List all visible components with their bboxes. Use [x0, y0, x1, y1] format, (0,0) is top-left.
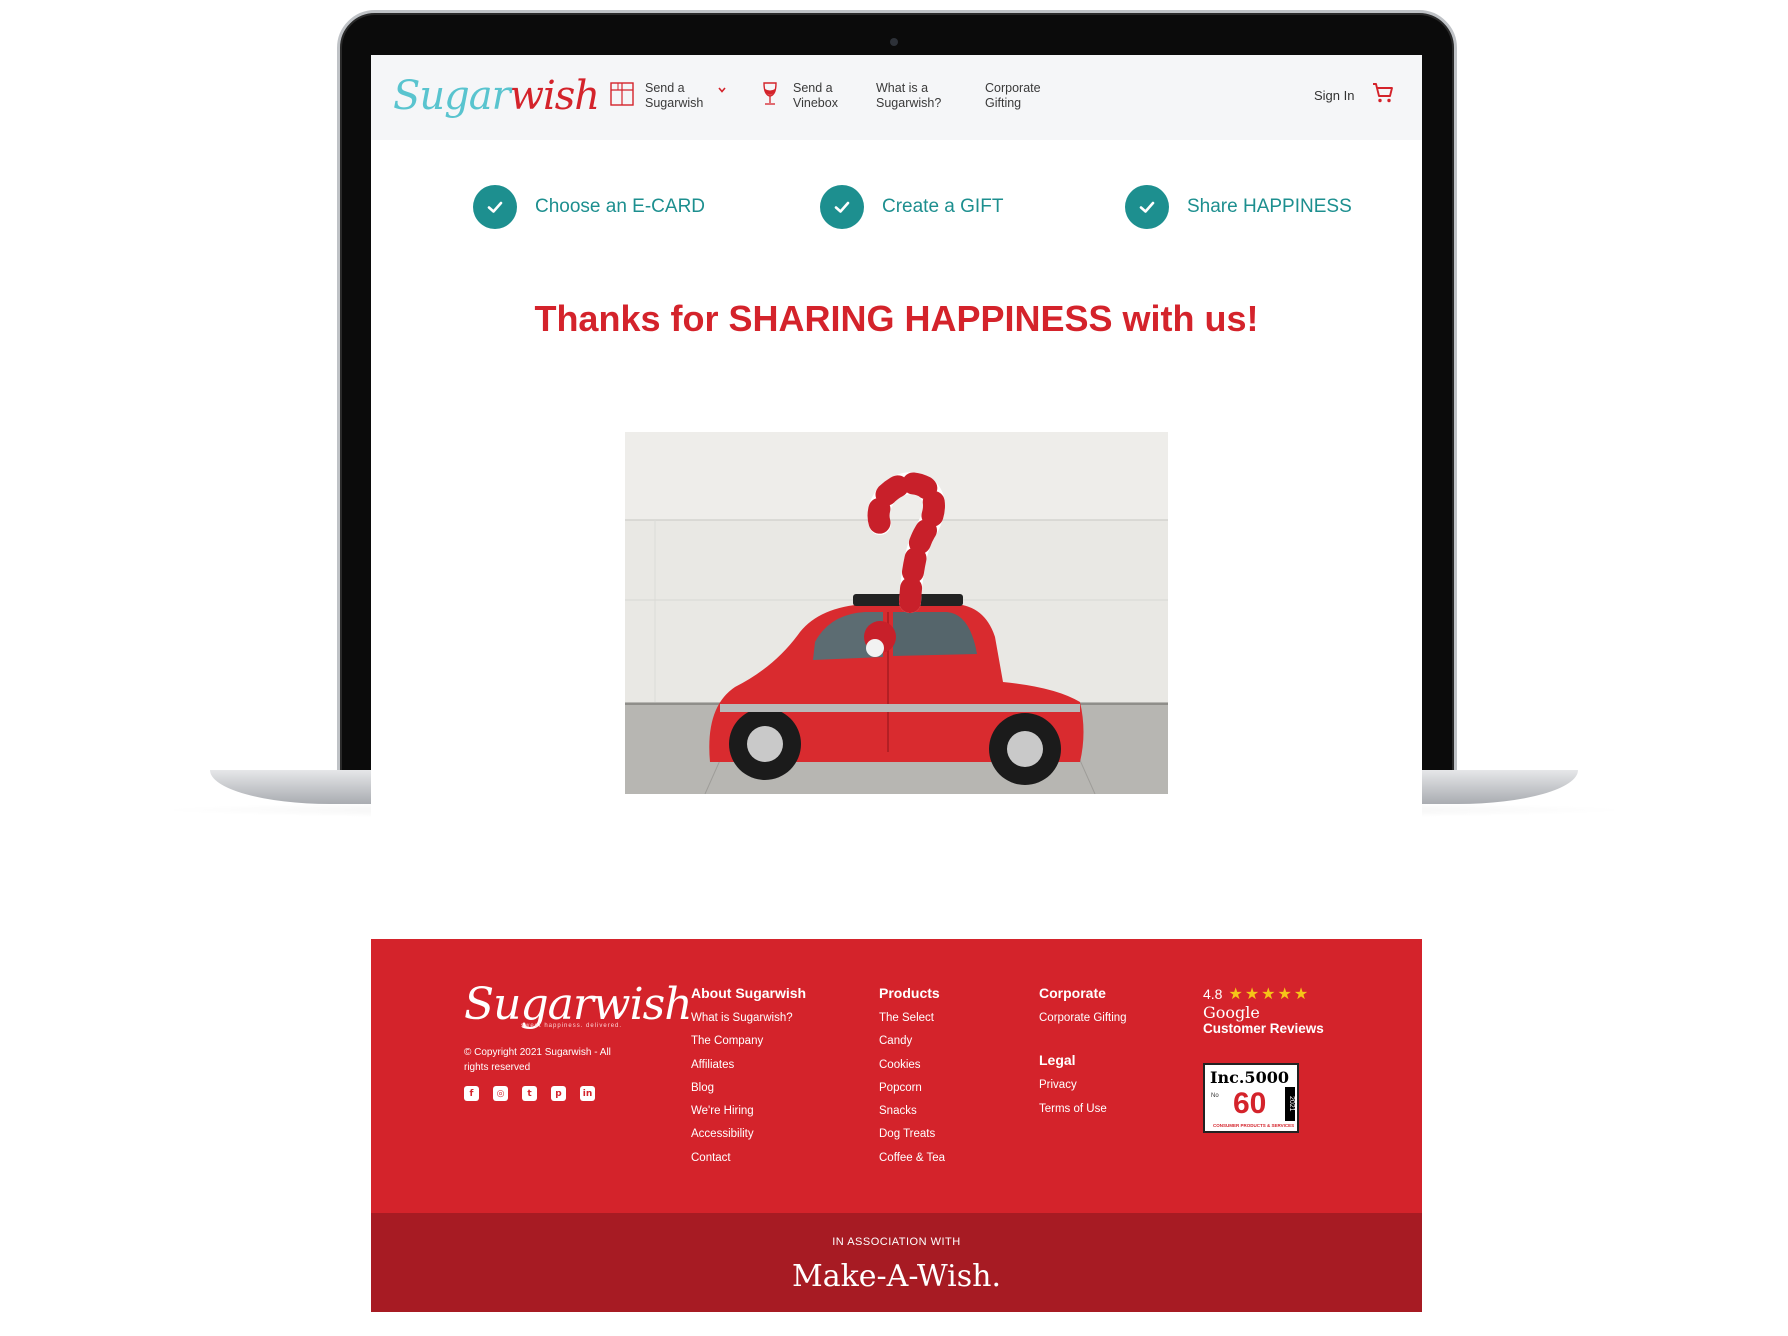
footer-heading: About Sugarwish	[691, 985, 807, 1001]
copyright: © Copyright 2021 Sugarwish - All rights …	[464, 1047, 611, 1073]
step-label: Share HAPPINESS	[1187, 196, 1352, 217]
footer-about-column: About Sugarwish What is Sugarwish? The C…	[691, 985, 806, 1170]
footer-link[interactable]: Contact	[691, 1147, 806, 1170]
nav-label: Send a Sugarwish	[645, 81, 704, 110]
footer-link[interactable]: Terms of Use	[1039, 1098, 1127, 1121]
footer-link[interactable]: Accessibility	[691, 1123, 806, 1146]
website-screen: Sugarwish Send a Sugarwish Send a Vinebo…	[371, 55, 1422, 1312]
footer-link[interactable]: The Company	[691, 1030, 806, 1053]
footer-link[interactable]: Coffee & Tea	[879, 1147, 945, 1170]
step-label: Choose an E-CARD	[535, 196, 706, 217]
camera-dot	[890, 38, 898, 46]
google-rating[interactable]: 4.8 ★★★★★ Google Customer Reviews	[1203, 984, 1324, 1036]
footer-link[interactable]: Cookies	[879, 1054, 945, 1077]
make-a-wish-logo[interactable]: Make-A-Wish.	[371, 1259, 1422, 1294]
footer-link[interactable]: Corporate Gifting	[1039, 1007, 1127, 1030]
nav-label: Corporate Gifting	[985, 81, 1041, 110]
footer-link[interactable]: Candy	[879, 1030, 945, 1053]
footer-link[interactable]: Blog	[691, 1077, 806, 1100]
social-links: f ◎ t p in	[464, 1086, 595, 1101]
footer-link[interactable]: What is Sugarwish?	[691, 1007, 806, 1030]
red-car-candy-cane-photo	[625, 432, 1168, 794]
make-a-wish-band: IN ASSOCIATION WITH Make-A-Wish.	[371, 1213, 1422, 1312]
footer-link[interactable]: Privacy	[1039, 1074, 1127, 1097]
footer-link[interactable]: Affiliates	[691, 1054, 806, 1077]
instagram-icon[interactable]: ◎	[493, 1086, 508, 1101]
footer-products-column: Products The Select Candy Cookies Popcor…	[879, 985, 945, 1170]
check-icon	[820, 185, 864, 229]
gift-icon	[610, 82, 634, 106]
nav-label: Send a Vinebox	[793, 81, 838, 110]
site-footer: Sugarwish sweet happiness. delivered. © …	[371, 939, 1422, 1213]
footer-link[interactable]: We're Hiring	[691, 1100, 806, 1123]
linkedin-icon[interactable]: in	[580, 1086, 595, 1101]
nav-what-is-sugarwish[interactable]: What is a Sugarwish?	[876, 81, 941, 111]
rating-value: 4.8	[1203, 986, 1223, 1002]
mockup-stage: Sugarwish Send a Sugarwish Send a Vinebo…	[0, 0, 1788, 1336]
inc-category: CONSUMER PRODUCTS & SERVICES	[1213, 1123, 1295, 1128]
site-header: Sugarwish Send a Sugarwish Send a Vinebo…	[371, 55, 1422, 140]
step-label: Create a GIFT	[882, 196, 1004, 217]
footer-tagline: sweet happiness. delivered.	[521, 1023, 623, 1029]
footer-corporate-column: Corporate Corporate Gifting Legal Privac…	[1039, 985, 1127, 1121]
thanks-heading: Thanks for SHARING HAPPINESS with us!	[534, 298, 1259, 339]
nav-send-vinebox[interactable]: Send a Vinebox	[757, 81, 838, 111]
check-icon	[1125, 185, 1169, 229]
nav-label: What is a Sugarwish?	[876, 81, 942, 110]
inc-title: Inc.5000	[1210, 1068, 1289, 1087]
inc-5000-badge: Inc.5000 No 60 2021 CONSUMER PRODUCTS & …	[1203, 1063, 1299, 1133]
nav-corporate-gifting[interactable]: Corporate Gifting	[985, 81, 1041, 111]
wine-glass-icon	[763, 82, 777, 105]
cart-icon[interactable]	[1371, 81, 1395, 105]
footer-link[interactable]: Popcorn	[879, 1077, 945, 1100]
footer-link[interactable]: The Select	[879, 1007, 945, 1030]
facebook-icon[interactable]: f	[464, 1086, 479, 1101]
sign-in-link[interactable]: Sign In	[1314, 88, 1354, 103]
chevron-down-icon	[718, 87, 726, 93]
step-share-happiness: Share HAPPINESS	[1125, 185, 1352, 229]
site-logo[interactable]: Sugarwish	[393, 73, 600, 119]
association-label: IN ASSOCIATION WITH	[832, 1236, 961, 1248]
star-icons: ★★★★★	[1228, 986, 1311, 1003]
reviews-label: Customer Reviews	[1203, 1021, 1324, 1036]
footer-heading: Corporate	[1039, 985, 1106, 1001]
footer-heading: Legal	[1039, 1052, 1076, 1069]
check-icon	[473, 185, 517, 229]
footer-link[interactable]: Snacks	[879, 1100, 945, 1123]
inc-no: No	[1211, 1093, 1219, 1099]
footer-link[interactable]: Dog Treats	[879, 1123, 945, 1146]
step-choose-ecard: Choose an E-CARD	[473, 185, 705, 229]
twitter-icon[interactable]: t	[522, 1086, 537, 1101]
inc-rank: 60	[1233, 1087, 1267, 1120]
google-logo: Google	[1203, 1003, 1260, 1022]
step-create-gift: Create a GIFT	[820, 185, 1003, 229]
nav-send-sugarwish[interactable]: Send a Sugarwish	[609, 81, 727, 111]
pinterest-icon[interactable]: p	[551, 1086, 566, 1101]
inc-year: 2021	[1285, 1087, 1295, 1121]
footer-heading: Products	[879, 985, 940, 1001]
